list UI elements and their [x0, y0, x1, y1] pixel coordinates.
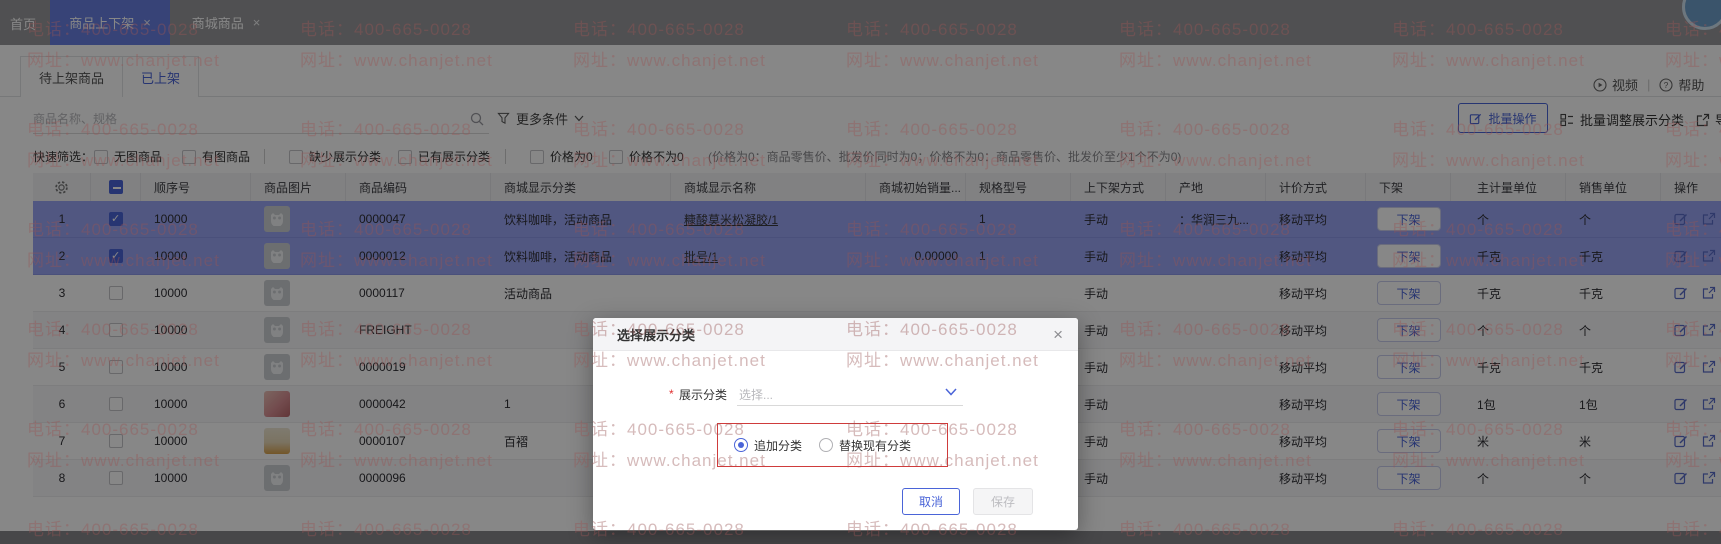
- select-placeholder: 选择...: [739, 388, 774, 402]
- cancel-button[interactable]: 取消: [902, 488, 960, 515]
- save-button[interactable]: 保存: [973, 488, 1033, 515]
- category-select[interactable]: 选择...: [737, 380, 963, 406]
- display-category-field: * 展示分类 选择...: [593, 380, 1078, 408]
- dialog-title: 选择展示分类: [617, 327, 696, 343]
- required-mark: *: [669, 387, 674, 401]
- category-mode-radio-group: 追加分类 替换现有分类: [717, 423, 948, 467]
- field-label: 展示分类: [679, 388, 728, 402]
- radio-icon[interactable]: [734, 438, 748, 452]
- close-icon[interactable]: ×: [1053, 326, 1063, 343]
- select-display-category-dialog: 选择展示分类 × * 展示分类 选择... 追加分类 替换现有分类 取消 保存: [593, 318, 1078, 530]
- chevron-down-icon[interactable]: [945, 388, 957, 396]
- radio-append-category[interactable]: 追加分类: [734, 437, 802, 454]
- dialog-header: 选择展示分类 ×: [593, 318, 1078, 351]
- radio-icon[interactable]: [819, 438, 834, 452]
- app-root: 首页 商品上下架 × 商城商品 × 待上架商品 已上架 视频 | ? 帮助 商品…: [0, 0, 1721, 544]
- radio-replace-category[interactable]: 替换现有分类: [819, 437, 911, 454]
